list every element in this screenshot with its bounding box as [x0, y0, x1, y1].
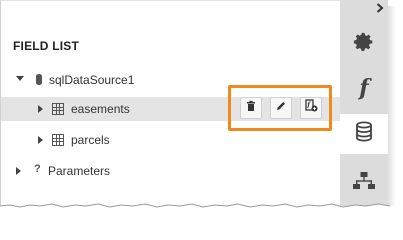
function-icon: f	[359, 75, 369, 101]
expand-right-icon[interactable]	[38, 136, 43, 144]
table-icon	[52, 134, 64, 146]
expand-right-icon[interactable]	[16, 167, 21, 175]
field-list-tab[interactable]	[340, 114, 388, 154]
sidebar: f	[340, 0, 388, 206]
database-icon	[354, 121, 374, 148]
tree-item-label: parcels	[71, 133, 110, 147]
tree-item-label: Parameters	[48, 164, 111, 178]
chevron-right-icon	[376, 0, 384, 18]
expand-right-icon[interactable]	[38, 105, 43, 113]
question-icon: ?	[34, 163, 41, 175]
expressions-tab[interactable]: f	[340, 68, 388, 108]
tree-item-parcels[interactable]: parcels	[1, 128, 341, 152]
table-icon	[52, 103, 64, 115]
settings-tab[interactable]	[340, 24, 388, 64]
gear-icon	[353, 31, 375, 58]
panel-title: FIELD LIST	[13, 39, 79, 53]
tree-item-label: easements	[71, 102, 130, 116]
report-explorer-tab[interactable]	[340, 164, 388, 204]
collapse-button[interactable]	[373, 2, 387, 16]
tree-item-label: sqlDataSource1	[49, 73, 135, 87]
panel-shadow	[388, 6, 396, 206]
tree-item-parameters[interactable]: ? Parameters	[1, 159, 341, 183]
highlight-box	[228, 85, 332, 131]
database-icon	[36, 74, 42, 85]
hierarchy-icon	[353, 171, 375, 198]
torn-edge	[0, 203, 403, 218]
expand-down-icon[interactable]	[16, 76, 24, 81]
